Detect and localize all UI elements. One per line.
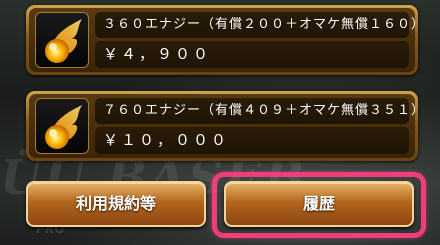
product-price: ￥４，９００ bbox=[95, 41, 409, 68]
energy-fireball-icon bbox=[35, 98, 89, 154]
product-item-360-energy[interactable]: ３６０エナジー（有償２００＋オマケ無償１６０） ￥４，９００ bbox=[26, 5, 424, 75]
terms-button[interactable]: 利用規約等 bbox=[26, 181, 206, 227]
history-button[interactable]: 履歴 bbox=[224, 181, 414, 227]
product-item-760-energy[interactable]: ７６０エナジー（有償４０９＋オマケ無償３５１） ￥１０，０００ bbox=[26, 91, 424, 161]
product-price: ￥１０，０００ bbox=[95, 127, 409, 154]
product-name: ７６０エナジー（有償４０９＋オマケ無償３５１） bbox=[95, 98, 424, 124]
energy-fireball-icon bbox=[35, 12, 89, 68]
product-name: ３６０エナジー（有償２００＋オマケ無償１６０） bbox=[95, 12, 424, 38]
product-item-body: ７６０エナジー（有償４０９＋オマケ無償３５１） ￥１０，０００ bbox=[29, 94, 424, 158]
product-item-body: ３６０エナジー（有償２００＋オマケ無償１６０） ￥４，９００ bbox=[29, 8, 424, 72]
